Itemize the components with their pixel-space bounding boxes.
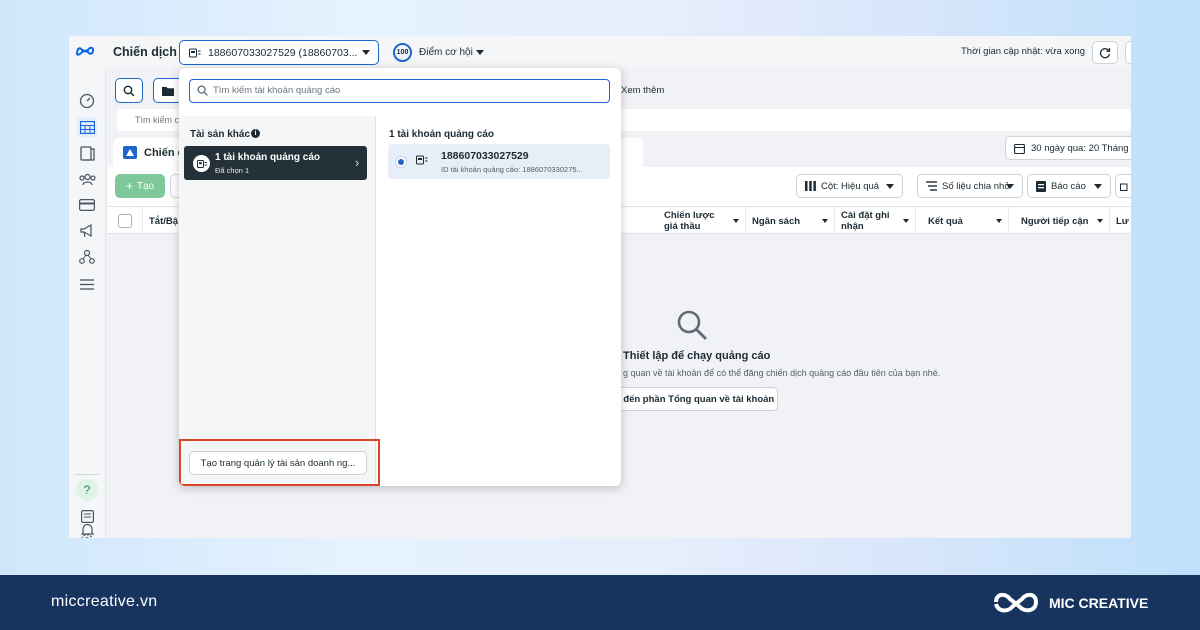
account-search-input[interactable]: Tìm kiếm tài khoản quảng cáo — [189, 79, 610, 103]
meta-logo-icon — [75, 43, 95, 59]
column-header[interactable]: Cài đặt ghi nhận — [835, 207, 916, 235]
reports-dropdown[interactable]: Báo cáo — [1027, 174, 1111, 198]
columns-dropdown[interactable]: Cột: Hiệu quả — [796, 174, 903, 198]
search-icon — [197, 85, 208, 96]
billing-card-icon[interactable] — [77, 195, 97, 215]
chevron-down-icon — [362, 50, 370, 55]
bell-icon[interactable] — [77, 520, 97, 538]
asset-item-subtitle: Đã chọn 1 — [215, 166, 250, 175]
catalog-icon[interactable] — [77, 143, 97, 163]
see-more-link[interactable]: Xem thêm — [621, 85, 664, 96]
account-selector[interactable]: 188607033027529 (18860703... — [179, 40, 379, 65]
page-title: Chiến dịch — [113, 45, 177, 59]
left-nav: ? — [69, 68, 106, 538]
mic-creative-logo-icon — [991, 587, 1043, 617]
account-id: 188607033027529 — [441, 150, 529, 162]
account-switcher-dropdown: Tìm kiếm tài khoản quảng cáo Tài sản khá… — [179, 68, 621, 486]
chevron-down-icon — [886, 183, 894, 189]
search-button[interactable] — [115, 78, 143, 103]
update-time-text: Thời gian cập nhật: vừa xong — [961, 46, 1086, 57]
table-grid-icon[interactable] — [77, 117, 97, 137]
account-overview-button[interactable]: i đến phần Tổng quan về tài khoản — [609, 387, 778, 411]
menu-icon[interactable] — [77, 274, 97, 294]
ad-account-icon — [416, 155, 428, 165]
breakdown-label: Số liệu chia nhỏ — [942, 180, 1010, 192]
empty-state-description: g quan về tài khoản để có thể đăng chiến… — [623, 368, 941, 378]
chevron-down-icon[interactable] — [476, 50, 484, 55]
breakdown-icon — [926, 181, 937, 191]
column-header[interactable]: Lư — [1110, 207, 1131, 235]
other-assets-label: Tài sản khác — [190, 129, 251, 140]
megaphone-icon[interactable] — [77, 221, 97, 241]
chevron-down-icon — [1094, 183, 1102, 189]
columns-label: Cột: Hiệu quả — [821, 180, 880, 192]
column-header[interactable]: Ngân sách — [746, 207, 835, 235]
asset-item-ad-accounts[interactable]: 1 tài khoản quảng cáo Đã chọn 1 › — [184, 146, 367, 180]
export-icon — [1120, 182, 1129, 191]
columns-icon — [805, 181, 816, 191]
account-option[interactable]: 188607033027529 ID tài khoản quảng cáo: … — [388, 144, 610, 179]
calendar-icon — [1014, 143, 1025, 154]
accounts-panel: 1 tài khoản quảng cáo 188607033027529 ID… — [377, 116, 621, 486]
accounts-heading: 1 tài khoản quảng cáo — [389, 129, 495, 140]
refresh-button[interactable] — [1092, 41, 1118, 64]
top-bar: Chiến dịch 188607033027529 (18860703... … — [69, 36, 1131, 68]
ad-account-icon — [188, 48, 202, 58]
date-range-picker[interactable]: 30 ngày qua: 20 Tháng 1 — [1005, 136, 1131, 160]
export-button[interactable] — [1115, 174, 1131, 198]
folder-icon — [123, 146, 137, 159]
info-icon[interactable]: i — [251, 129, 260, 138]
ad-account-icon — [193, 155, 210, 172]
column-header[interactable]: Người tiếp cận — [1009, 207, 1110, 235]
refresh-icon — [1099, 47, 1111, 59]
help-icon[interactable]: ? — [76, 479, 98, 501]
search-icon — [123, 85, 135, 97]
search-icon — [675, 308, 709, 342]
create-button-label: Tạo — [136, 180, 155, 192]
plus-icon: + — [125, 179, 133, 193]
create-business-manager-button[interactable]: Tạo trang quản lý tài sản doanh ng... — [189, 451, 367, 475]
asset-item-title: 1 tài khoản quảng cáo — [215, 152, 321, 163]
column-header[interactable]: Chiến lược giá thầu — [658, 207, 746, 235]
network-icon[interactable] — [77, 247, 97, 267]
reports-label: Báo cáo — [1051, 180, 1086, 192]
divider — [75, 474, 99, 475]
column-header[interactable]: Kết quả — [916, 207, 1009, 235]
opportunity-score-label[interactable]: Điểm cơ hội — [419, 47, 473, 58]
chevron-down-icon — [1006, 183, 1014, 189]
chevron-right-icon: › — [355, 155, 360, 170]
account-detail: ID tài khoản quảng cáo: 18860703302​75..… — [441, 165, 583, 174]
date-range-label: 30 ngày qua: 20 Tháng 1 — [1031, 142, 1131, 154]
breakdown-dropdown[interactable]: Số liệu chia nhỏ — [917, 174, 1023, 198]
select-all-checkbox[interactable] — [118, 214, 132, 228]
account-selector-label: 188607033027529 (18860703... — [208, 46, 358, 59]
account-search-placeholder: Tìm kiếm tài khoản quảng cáo — [213, 85, 341, 96]
folder-icon — [162, 86, 174, 96]
ads-manager-screenshot: Chiến dịch 188607033027529 (18860703... … — [69, 36, 1131, 538]
audience-icon[interactable] — [77, 169, 97, 189]
report-icon — [1036, 180, 1046, 192]
website-text: miccreative.vn — [51, 593, 158, 610]
radio-selected[interactable] — [396, 157, 406, 167]
filter-search-placeholder: Tìm kiếm c — [135, 115, 179, 125]
column-header[interactable]: Tắt/Bậ — [142, 207, 182, 235]
more-top-button[interactable] — [1125, 41, 1131, 64]
gauge-icon[interactable] — [77, 91, 97, 111]
create-button[interactable]: + Tạo — [115, 174, 165, 198]
opportunity-score-badge: 100 — [393, 43, 412, 62]
brand-banner: miccreative.vn MIC CREATIVE — [0, 575, 1200, 630]
brand-name: MIC CREATIVE — [1049, 595, 1149, 611]
empty-state-title: Thiết lập để chạy quảng cáo — [623, 350, 771, 362]
other-assets-panel: Tài sản khác i 1 tài khoản quảng cáo Đã … — [179, 116, 376, 486]
